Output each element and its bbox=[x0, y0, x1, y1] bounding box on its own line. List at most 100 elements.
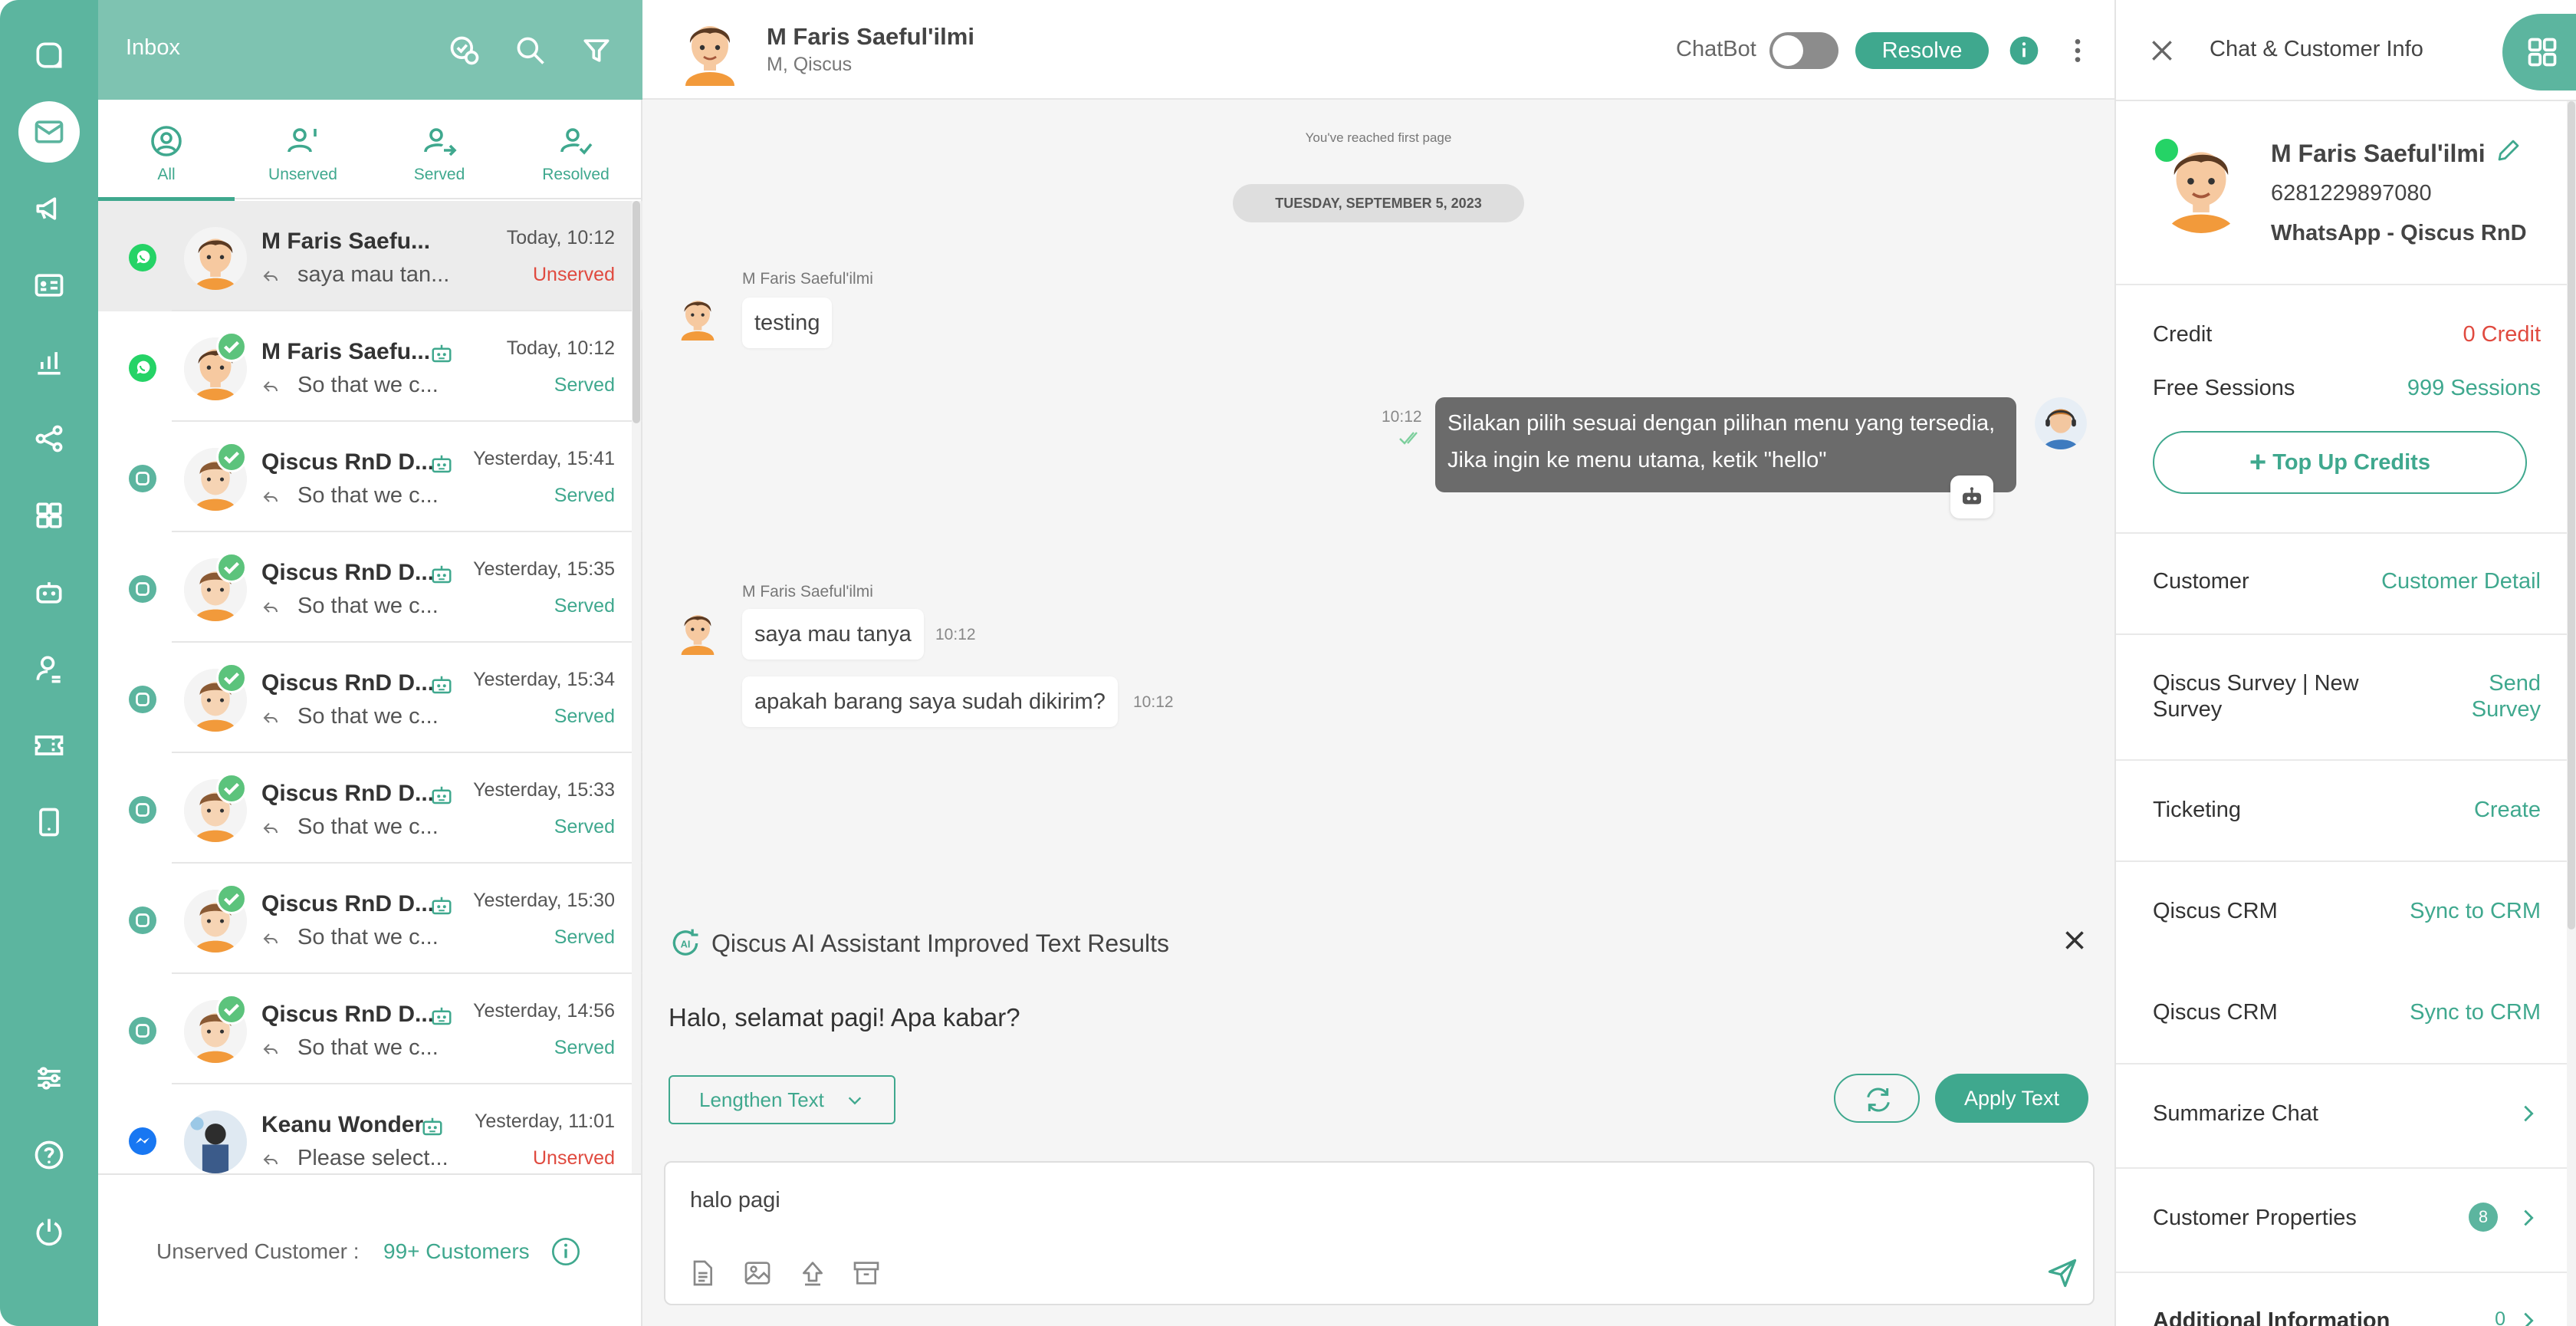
free-sessions-label: Free Sessions bbox=[2153, 376, 2295, 400]
sync-to-crm-link[interactable]: Sync to CRM bbox=[2410, 1000, 2541, 1025]
info-icon[interactable] bbox=[550, 1236, 581, 1267]
conversation-item[interactable]: Qiscus RnD D... Yesterday, 14:56 So that w… bbox=[98, 974, 642, 1084]
tab-served[interactable]: Served bbox=[371, 100, 508, 199]
close-icon[interactable] bbox=[2147, 35, 2177, 66]
top-up-credits-button[interactable]: + Top Up Credits bbox=[2153, 431, 2527, 494]
send-survey-link[interactable]: Send Survey bbox=[2472, 670, 2541, 722]
customer-info-panel: Chat & Customer Info M Faris Saeful'ilmi… bbox=[2114, 0, 2576, 1326]
ai-mode-dropdown[interactable]: Lengthen Text bbox=[669, 1075, 895, 1124]
conversation-status: Served bbox=[554, 1037, 615, 1058]
summarize-chat-row[interactable]: Summarize Chat bbox=[2116, 1101, 2576, 1132]
incoming-message[interactable]: testing bbox=[742, 298, 833, 348]
user-circle-icon bbox=[151, 126, 182, 156]
ai-refresh-icon: AI bbox=[672, 929, 698, 956]
qiscus-icon bbox=[129, 686, 156, 713]
image-icon[interactable] bbox=[742, 1258, 773, 1288]
tab-resolved[interactable]: Resolved bbox=[508, 100, 644, 199]
contact-card-icon[interactable] bbox=[18, 255, 80, 316]
power-icon[interactable] bbox=[18, 1201, 80, 1262]
conversation-item[interactable]: Qiscus RnD D... Yesterday, 15:33 So that w… bbox=[98, 753, 642, 864]
upload-icon[interactable] bbox=[797, 1258, 828, 1288]
message-time: 10:12 bbox=[935, 626, 976, 643]
mobile-icon[interactable] bbox=[18, 791, 80, 853]
tab-unserved[interactable]: Unserved bbox=[235, 100, 371, 199]
customer-name: M Faris Saeful'ilmi bbox=[2271, 140, 2486, 167]
avatar bbox=[184, 227, 247, 290]
additional-information-row[interactable]: Additional Information 0 bbox=[2116, 1308, 2576, 1326]
edit-pencil-icon[interactable] bbox=[2495, 137, 2522, 164]
message-input[interactable] bbox=[690, 1181, 1993, 1219]
ticket-icon[interactable] bbox=[18, 715, 80, 776]
scrollbar-thumb[interactable] bbox=[2568, 101, 2575, 930]
bot-icon[interactable] bbox=[18, 561, 80, 623]
sync-to-crm-link[interactable]: Sync to CRM bbox=[2410, 899, 2541, 924]
integration-icon[interactable] bbox=[18, 408, 80, 469]
conversation-status: Served bbox=[554, 816, 615, 837]
conversation-item[interactable]: M Faris Saefu... Today, 10:12 So that we c… bbox=[98, 311, 642, 422]
avatar[interactable] bbox=[673, 12, 747, 86]
conversation-item[interactable]: Qiscus RnD D... Yesterday, 15:30 So that w… bbox=[98, 864, 642, 974]
conversation-item[interactable]: Qiscus RnD D... Yesterday, 15:35 So that w… bbox=[98, 532, 642, 643]
conversation-time: Yesterday, 15:35 bbox=[473, 558, 615, 580]
info-scrollbar[interactable] bbox=[2567, 101, 2576, 1326]
bot-icon bbox=[421, 1115, 444, 1138]
conversation-preview: So that we c... bbox=[297, 594, 439, 618]
scrollbar-thumb[interactable] bbox=[632, 201, 640, 423]
analytics-icon[interactable] bbox=[18, 331, 80, 393]
outgoing-bot-message[interactable]: Silakan pilih sesuai dengan pilihan menu… bbox=[1435, 397, 2016, 492]
summarize-chat-label: Summarize Chat bbox=[2153, 1101, 2318, 1126]
archive-icon[interactable] bbox=[851, 1258, 882, 1288]
chat-logo-icon[interactable] bbox=[18, 25, 80, 86]
credit-value: 0 Credit bbox=[2463, 322, 2541, 347]
agent-status-icon[interactable] bbox=[448, 34, 481, 67]
agent-icon[interactable] bbox=[18, 638, 80, 699]
conversation-item[interactable]: Keanu Wonder Yesterday, 11:01 Please selec… bbox=[98, 1084, 642, 1175]
chatbot-toggle[interactable] bbox=[1769, 32, 1838, 69]
toggle-knob bbox=[1773, 35, 1803, 66]
conversation-status: Served bbox=[554, 706, 615, 727]
apps-grid-button[interactable] bbox=[2502, 14, 2576, 90]
conversation-item[interactable]: Qiscus RnD D... Yesterday, 15:41 So that w… bbox=[98, 422, 642, 532]
unserved-count-link[interactable]: 99+ Customers bbox=[383, 1239, 530, 1264]
conversation-item[interactable]: M Faris Saefu... Today, 10:12 saya mau tan… bbox=[98, 201, 642, 311]
conversation-status: Unserved bbox=[533, 1147, 615, 1169]
incoming-message[interactable]: saya mau tanya bbox=[742, 609, 924, 660]
more-vertical-icon[interactable] bbox=[2062, 34, 2093, 67]
customer-properties-row[interactable]: Customer Properties 8 bbox=[2116, 1203, 2576, 1236]
conversation-name: Qiscus RnD D... bbox=[261, 449, 435, 475]
close-icon[interactable] bbox=[2061, 926, 2088, 954]
megaphone-icon[interactable] bbox=[18, 178, 80, 239]
conversation-item[interactable]: Qiscus RnD D... Yesterday, 15:34 So that w… bbox=[98, 643, 642, 753]
apps-icon[interactable] bbox=[18, 485, 80, 546]
conversation-preview: So that we c... bbox=[297, 373, 439, 397]
credit-label: Credit bbox=[2153, 322, 2213, 347]
message-time: 10:12 bbox=[1382, 408, 1422, 426]
apply-text-button[interactable]: Apply Text bbox=[1935, 1074, 2088, 1123]
create-ticket-link[interactable]: Create bbox=[2474, 798, 2541, 823]
resolve-button[interactable]: Resolve bbox=[1855, 32, 1989, 69]
incoming-message[interactable]: apakah barang saya sudah dikirim? bbox=[742, 676, 1118, 727]
help-icon[interactable] bbox=[18, 1124, 80, 1186]
settings-sliders-icon[interactable] bbox=[18, 1048, 80, 1109]
whatsapp-icon bbox=[129, 244, 156, 271]
regenerate-button[interactable] bbox=[1834, 1074, 1920, 1123]
served-check-icon bbox=[216, 773, 247, 804]
filter-icon[interactable] bbox=[580, 34, 613, 67]
bot-message-line-1: Silakan pilih sesuai dengan pilihan menu… bbox=[1447, 411, 1996, 436]
info-icon[interactable] bbox=[2009, 35, 2039, 66]
bot-icon bbox=[1963, 487, 1981, 505]
inbox-icon[interactable] bbox=[18, 101, 80, 163]
served-check-icon bbox=[216, 331, 247, 362]
conversation-scrollbar[interactable] bbox=[632, 201, 641, 1175]
conversation-name: Qiscus RnD D... bbox=[261, 560, 435, 585]
conversation-preview: Please select... bbox=[297, 1146, 449, 1170]
conversation-preview: So that we c... bbox=[297, 1035, 439, 1060]
tab-all[interactable]: All bbox=[98, 100, 235, 201]
crm-label: Qiscus CRM bbox=[2153, 1000, 2278, 1025]
bot-icon bbox=[430, 563, 453, 586]
send-icon[interactable] bbox=[2045, 1256, 2079, 1290]
customer-detail-link[interactable]: Customer Detail bbox=[2381, 569, 2541, 594]
search-icon[interactable] bbox=[514, 34, 547, 67]
ai-result-text[interactable]: Halo, selamat pagi! Apa kabar? bbox=[669, 1003, 1020, 1032]
document-icon[interactable] bbox=[687, 1258, 718, 1288]
